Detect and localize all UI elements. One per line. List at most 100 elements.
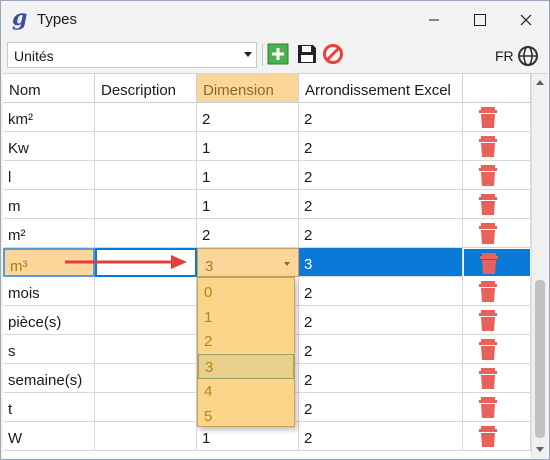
cell-nom[interactable]: semaine(s) <box>3 364 95 393</box>
cell-dimension[interactable]: 1 <box>197 132 299 161</box>
cell-arrondissement[interactable]: 3 <box>299 248 463 277</box>
cell-nom[interactable]: m² <box>3 219 95 248</box>
cell-description[interactable] <box>95 364 197 393</box>
cell-description[interactable] <box>95 393 197 422</box>
delete-button[interactable] <box>463 306 531 335</box>
toolbar: Unités FR <box>1 40 549 72</box>
cell-nom[interactable]: km² <box>3 103 95 132</box>
vertical-scrollbar[interactable] <box>531 74 547 458</box>
dropdown-option[interactable]: 0 <box>198 280 294 305</box>
title-bar[interactable]: g Types <box>1 1 549 39</box>
cell-description[interactable] <box>95 306 197 335</box>
dimension-select[interactable]: 3 <box>197 248 299 277</box>
dimension-dropdown-list: 012345 <box>197 277 295 427</box>
trash-icon <box>479 223 497 244</box>
column-header-description[interactable]: Description <box>95 74 197 103</box>
delete-button[interactable] <box>463 422 531 451</box>
cell-nom[interactable]: l <box>3 161 95 190</box>
trash-icon <box>479 426 497 447</box>
delete-button[interactable] <box>463 277 531 306</box>
cell-arrondissement[interactable]: 2 <box>299 190 463 219</box>
unit-type-select[interactable]: Unités <box>7 42 257 68</box>
cell-description[interactable] <box>95 103 197 132</box>
add-button[interactable] <box>267 43 289 65</box>
cell-arrondissement[interactable]: 2 <box>299 219 463 248</box>
column-header-dimension[interactable]: Dimension <box>197 74 299 103</box>
cell-arrondissement[interactable]: 2 <box>299 335 463 364</box>
cell-nom[interactable]: mois <box>3 277 95 306</box>
globe-icon[interactable] <box>517 45 539 67</box>
cell-arrondissement[interactable]: 2 <box>299 364 463 393</box>
cell-description[interactable] <box>95 190 197 219</box>
cell-nom[interactable]: Kw <box>3 132 95 161</box>
cell-arrondissement[interactable]: 2 <box>299 132 463 161</box>
cell-description[interactable] <box>95 422 197 451</box>
trash-icon <box>479 281 497 302</box>
language-label[interactable]: FR <box>495 48 514 64</box>
cell-arrondissement[interactable]: 2 <box>299 393 463 422</box>
maximize-button[interactable] <box>457 1 503 39</box>
types-window: g Types Unités FR Nom Description Dimens… <box>0 0 550 460</box>
cancel-button[interactable] <box>322 43 344 65</box>
cell-dimension[interactable]: 2 <box>197 103 299 132</box>
window-title: Types <box>37 11 78 28</box>
delete-button[interactable] <box>463 393 531 422</box>
cell-nom[interactable]: m <box>3 190 95 219</box>
cell-arrondissement[interactable]: 2 <box>299 161 463 190</box>
delete-button[interactable] <box>463 132 531 161</box>
trash-icon <box>479 165 497 186</box>
cell-description[interactable] <box>95 132 197 161</box>
column-header-nom[interactable]: Nom <box>3 74 95 103</box>
dropdown-option[interactable]: 1 <box>198 305 294 330</box>
delete-button[interactable] <box>463 364 531 393</box>
cell-arrondissement[interactable]: 2 <box>299 306 463 335</box>
maximize-icon <box>474 14 486 26</box>
cell-nom[interactable]: pièce(s) <box>3 306 95 335</box>
delete-button[interactable] <box>463 161 531 190</box>
cell-dimension[interactable]: 1 <box>197 161 299 190</box>
delete-button[interactable] <box>463 335 531 364</box>
scrollbar-thumb[interactable] <box>535 280 545 438</box>
delete-button[interactable] <box>463 103 531 132</box>
dropdown-option[interactable]: 2 <box>198 329 294 354</box>
toolbar-divider <box>262 44 263 66</box>
trash-icon <box>479 397 497 418</box>
cell-dimension[interactable]: 1 <box>197 190 299 219</box>
save-icon <box>298 45 316 63</box>
cell-description[interactable] <box>95 335 197 364</box>
cancel-icon <box>323 44 343 64</box>
trash-icon <box>479 136 497 157</box>
delete-button[interactable] <box>463 219 531 248</box>
unit-type-value: Unités <box>14 48 54 64</box>
cell-arrondissement[interactable]: 2 <box>299 422 463 451</box>
delete-button[interactable] <box>463 190 531 219</box>
chevron-down-icon <box>244 52 252 57</box>
trash-icon <box>479 339 497 360</box>
annotation-arrow-icon <box>65 255 187 269</box>
column-header-actions <box>463 74 531 103</box>
dropdown-option[interactable]: 3 <box>198 354 294 380</box>
cell-nom[interactable]: t <box>3 393 95 422</box>
save-button[interactable] <box>296 43 318 65</box>
cell-nom[interactable]: W <box>3 422 95 451</box>
cell-description[interactable] <box>95 277 197 306</box>
cell-nom[interactable]: s <box>3 335 95 364</box>
scroll-up-icon[interactable] <box>536 80 544 85</box>
trash-icon <box>479 310 497 331</box>
cell-arrondissement[interactable]: 2 <box>299 277 463 306</box>
dropdown-option[interactable]: 5 <box>198 404 294 429</box>
delete-button[interactable] <box>463 248 531 277</box>
trash-icon <box>479 107 497 128</box>
dropdown-option[interactable]: 4 <box>198 379 294 404</box>
column-header-arrondissement[interactable]: Arrondissement Excel <box>299 74 463 103</box>
cell-description[interactable] <box>95 219 197 248</box>
close-button[interactable] <box>503 1 549 39</box>
cell-description[interactable] <box>95 161 197 190</box>
minimize-button[interactable] <box>411 1 457 39</box>
cell-dimension[interactable]: 2 <box>197 219 299 248</box>
scroll-down-icon[interactable] <box>536 447 544 452</box>
add-icon <box>267 43 289 65</box>
trash-icon <box>480 253 498 274</box>
trash-icon <box>479 368 497 389</box>
cell-arrondissement[interactable]: 2 <box>299 103 463 132</box>
